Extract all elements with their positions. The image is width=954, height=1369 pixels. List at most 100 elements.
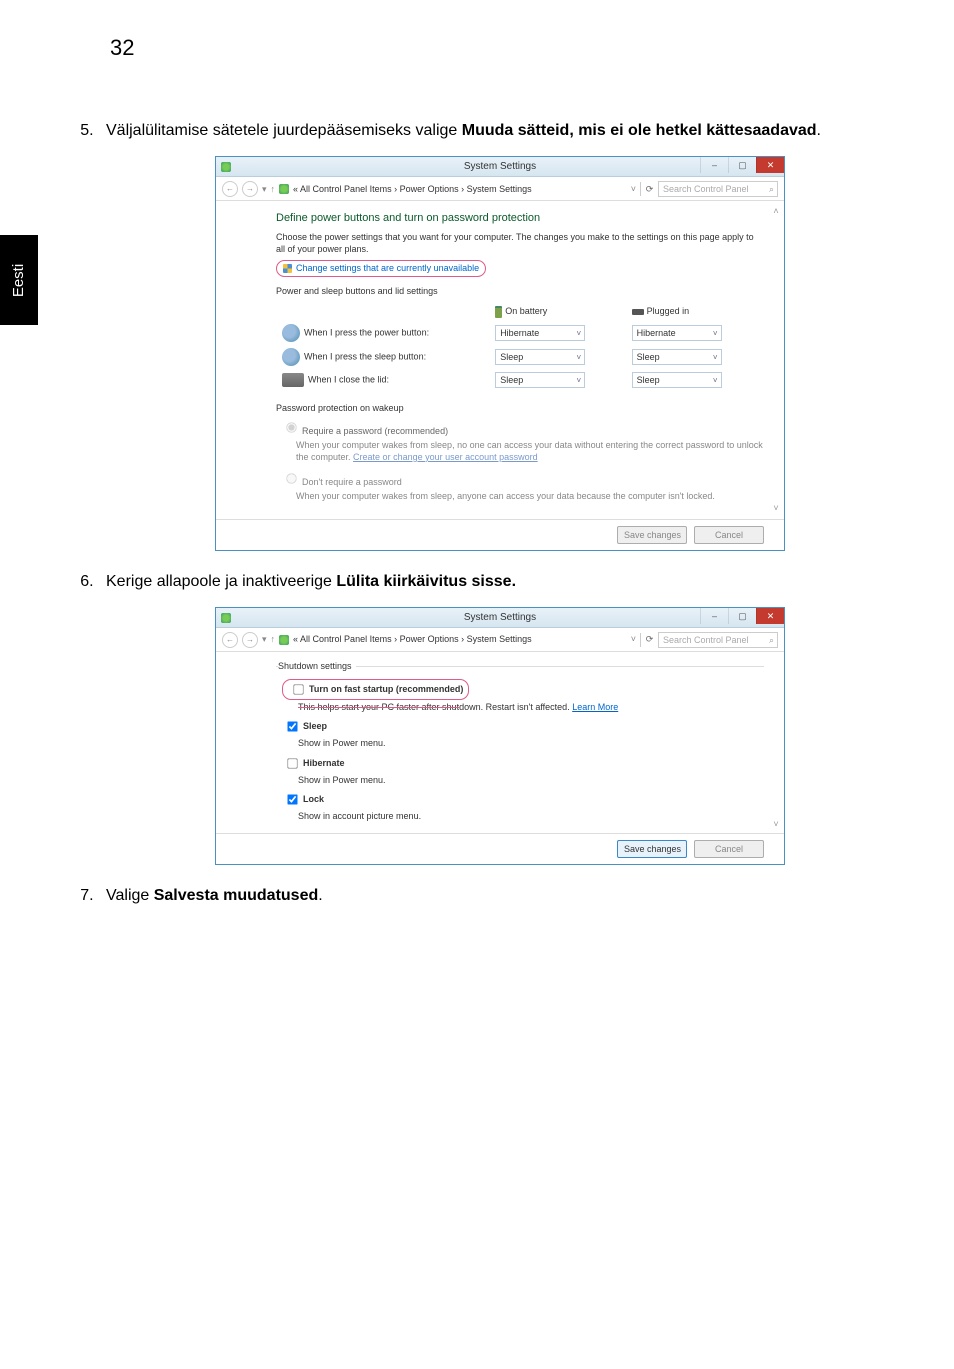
lid-battery-select[interactable]: Sleep	[495, 372, 585, 388]
dropdown-icon[interactable]: ▾	[262, 633, 267, 646]
titlebar: System Settings – ▢ ✕	[216, 157, 784, 177]
save-button[interactable]: Save changes	[617, 526, 687, 544]
maximize-button[interactable]: ▢	[728, 608, 756, 624]
shutdown-settings-group: Shutdown settings Turn on fast startup (…	[276, 660, 764, 829]
power-button-icon	[282, 324, 300, 342]
lock-checkbox-row[interactable]: Lock	[278, 790, 762, 809]
window-icon	[221, 162, 231, 172]
window-controls: – ▢ ✕	[700, 157, 784, 173]
learn-more-link[interactable]: Learn More	[572, 702, 618, 712]
step7-prefix: Valige	[106, 887, 154, 904]
breadcrumb[interactable]: « All Control Panel Items › Power Option…	[293, 183, 627, 196]
col-plugged: Plugged in	[647, 306, 690, 316]
titlebar: System Settings – ▢ ✕	[216, 608, 784, 628]
back-button[interactable]: ←	[222, 632, 238, 648]
minimize-button[interactable]: –	[700, 157, 728, 173]
search-input[interactable]: Search Control Panel	[658, 181, 778, 197]
intro-text: Choose the power settings that you want …	[276, 231, 764, 256]
sleep-checkbox-row[interactable]: Sleep	[278, 717, 762, 736]
power-battery-select[interactable]: Hibernate	[495, 325, 585, 341]
power-plugged-select[interactable]: Hibernate	[632, 325, 722, 341]
radio-label: Require a password (recommended)	[302, 426, 448, 436]
require-password-radio[interactable]: Require a password (recommended)	[276, 418, 764, 438]
button-bar: Save changes Cancel	[216, 519, 784, 550]
scroll-up-icon[interactable]: ˄	[770, 205, 782, 218]
fast-startup-desc: This helps start your PC faster after sh…	[278, 701, 762, 714]
lid-plugged-select[interactable]: Sleep	[632, 372, 722, 388]
page-number: 32	[110, 35, 134, 61]
forward-button[interactable]: →	[242, 632, 258, 648]
password-section-label: Password protection on wakeup	[276, 402, 764, 415]
up-button[interactable]: ↑	[271, 183, 276, 196]
hibernate-checkbox-row[interactable]: Hibernate	[278, 754, 762, 773]
back-button[interactable]: ←	[222, 181, 238, 197]
close-button[interactable]: ✕	[756, 608, 784, 624]
radio-input[interactable]	[286, 423, 296, 433]
screenshot-2-window: System Settings – ▢ ✕ ← → ▾ ↑ « All Cont…	[215, 607, 785, 865]
page-heading: Define power buttons and turn on passwor…	[276, 211, 764, 226]
step-6: Kerige allapoole ja inaktiveerige Lülita…	[98, 571, 894, 865]
refresh-button[interactable]: ⟳	[640, 633, 654, 647]
battery-icon	[495, 306, 502, 318]
sleep-plugged-select[interactable]: Sleep	[632, 349, 722, 365]
breadcrumb[interactable]: « All Control Panel Items › Power Option…	[293, 633, 627, 646]
close-button[interactable]: ✕	[756, 157, 784, 173]
up-button[interactable]: ↑	[271, 633, 276, 646]
buttons-table: On battery Plugged in When I press the p…	[276, 301, 764, 392]
language-side-tab: Eesti	[0, 235, 38, 325]
path-dropdown-icon[interactable]: ˅	[631, 633, 636, 646]
scroll-down-icon[interactable]: ˅	[770, 502, 782, 515]
fast-startup-checkbox[interactable]	[293, 684, 303, 694]
window-icon	[221, 613, 231, 623]
require-password-desc: When your computer wakes from sleep, no …	[276, 440, 764, 463]
step5-prefix: Väljalülitamise sätetele juurdepääsemise…	[106, 122, 462, 139]
fast-startup-checkbox-row[interactable]: Turn on fast startup (recommended)	[278, 679, 762, 700]
refresh-button[interactable]: ⟳	[640, 182, 654, 196]
button-bar: Save changes Cancel	[216, 833, 784, 864]
step5-bold: Muuda sätteid, mis ei ole hetkel kättesa…	[462, 122, 817, 139]
change-settings-link-text: Change settings that are currently unava…	[296, 262, 479, 275]
sleep-battery-select[interactable]: Sleep	[495, 349, 585, 365]
create-password-link[interactable]: Create or change your user account passw…	[353, 452, 538, 462]
path-icon	[279, 184, 289, 194]
path-dropdown-icon[interactable]: ˅	[631, 183, 636, 196]
scroll-down-icon[interactable]: ˅	[770, 818, 782, 831]
dropdown-icon[interactable]: ▾	[262, 183, 267, 196]
step6-bold: Lülita kiirkäivitus sisse.	[336, 573, 516, 590]
row-label: When I close the lid:	[308, 374, 389, 384]
search-input[interactable]: Search Control Panel	[658, 632, 778, 648]
hibernate-checkbox[interactable]	[287, 758, 297, 768]
cancel-button[interactable]: Cancel	[694, 840, 764, 858]
table-row: When I close the lid: Sleep Sleep	[278, 370, 762, 390]
step5-suffix: .	[817, 122, 821, 139]
step7-suffix: .	[318, 887, 322, 904]
save-button[interactable]: Save changes	[617, 840, 687, 858]
address-bar: ← → ▾ ↑ « All Control Panel Items › Powe…	[216, 177, 784, 201]
forward-button[interactable]: →	[242, 181, 258, 197]
change-settings-link[interactable]: Change settings that are currently unava…	[276, 260, 486, 277]
radio-input[interactable]	[286, 474, 296, 484]
pane-body: ˄ Define power buttons and turn on passw…	[216, 201, 784, 518]
cancel-button[interactable]: Cancel	[694, 526, 764, 544]
sleep-button-icon	[282, 348, 300, 366]
col-battery: On battery	[505, 306, 547, 316]
document-content: Väljalülitamise sätetele juurdepääsemise…	[80, 120, 894, 907]
window-title: System Settings	[464, 160, 536, 174]
lock-checkbox[interactable]	[287, 795, 297, 805]
lock-desc: Show in account picture menu.	[278, 810, 762, 823]
checkbox-label: Lock	[303, 794, 324, 804]
sleep-checkbox[interactable]	[287, 722, 297, 732]
step7-bold: Salvesta muudatused	[154, 887, 319, 904]
step-5: Väljalülitamise sätetele juurdepääsemise…	[98, 120, 894, 551]
uac-shield-icon	[283, 264, 292, 273]
maximize-button[interactable]: ▢	[728, 157, 756, 173]
pane-body: Shutdown settings Turn on fast startup (…	[216, 652, 784, 833]
row-label: When I press the power button:	[304, 327, 429, 337]
no-password-desc: When your computer wakes from sleep, any…	[276, 491, 764, 503]
checkbox-label: Turn on fast startup (recommended)	[309, 683, 463, 693]
sleep-desc: Show in Power menu.	[278, 737, 762, 750]
no-password-radio[interactable]: Don't require a password	[276, 469, 764, 489]
window-title: System Settings	[464, 611, 536, 625]
minimize-button[interactable]: –	[700, 608, 728, 624]
shutdown-legend: Shutdown settings	[278, 660, 356, 673]
